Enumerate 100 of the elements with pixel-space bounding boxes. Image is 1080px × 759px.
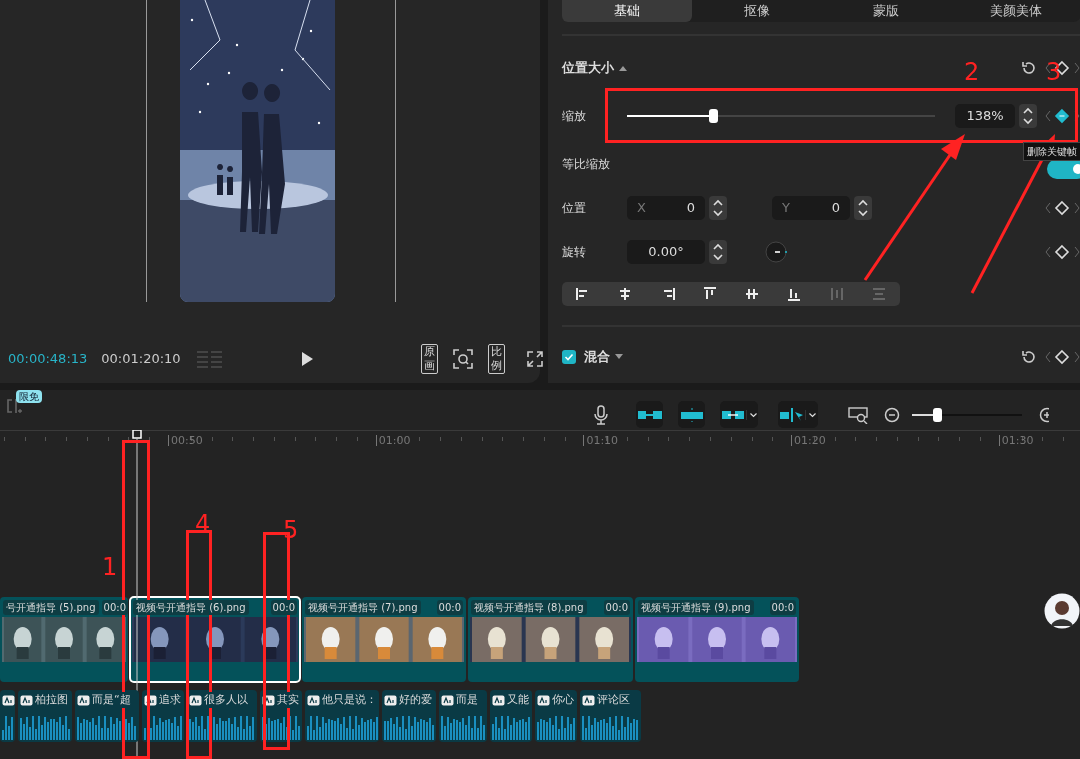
text-icon xyxy=(144,694,157,706)
reset-icon[interactable] xyxy=(1021,349,1037,365)
clip-text: 其实 xyxy=(277,691,299,709)
text-icon xyxy=(441,694,454,706)
center-vertical-icon[interactable] xyxy=(744,286,761,302)
cursor-icon[interactable] xyxy=(779,407,805,422)
video-clip[interactable]: 视频号开通指导 (9).png 00:0 xyxy=(635,597,799,682)
zoom-slider-thumb[interactable] xyxy=(933,407,943,422)
section-title: 混合 xyxy=(584,347,610,366)
section-title: 位置大小 xyxy=(562,58,614,77)
dropdown-icon[interactable] xyxy=(805,409,817,420)
snap-button[interactable] xyxy=(678,401,705,428)
text-icon xyxy=(384,694,397,706)
number-field[interactable]: X 0 xyxy=(627,196,705,220)
fullscreen-icon[interactable] xyxy=(526,351,543,367)
keyframe-icon[interactable] xyxy=(1045,349,1080,365)
clip-duration: 00:0 xyxy=(101,599,128,615)
text-icon xyxy=(537,694,550,706)
current-time: 00:00:48:13 xyxy=(8,350,88,369)
clip-name: 视频号开通指导 (6).png xyxy=(133,599,249,615)
linkage-button[interactable] xyxy=(720,401,758,428)
tab[interactable]: 美颜美体 xyxy=(951,0,1080,22)
text-clip[interactable]: 而是“超 xyxy=(75,690,139,742)
original-quality-button[interactable]: 原画 xyxy=(420,344,438,374)
text-icon xyxy=(307,694,320,706)
toggle-switch[interactable] xyxy=(1047,159,1080,179)
dropdown-icon[interactable] xyxy=(746,409,758,420)
text-icon xyxy=(2,694,15,706)
spinner-button[interactable] xyxy=(1019,104,1037,128)
text-clip[interactable]: 他只是说： xyxy=(305,690,379,742)
text-clip[interactable]: 很多人以 xyxy=(187,690,257,742)
field-label: 旋转 xyxy=(562,244,587,261)
clip-duration: 00:0 xyxy=(436,599,463,615)
number-field[interactable]: 0.00° xyxy=(627,240,705,264)
ruler-label: 00:50 xyxy=(168,435,203,446)
text-icon xyxy=(492,694,505,706)
total-time: 00:01:20:10 xyxy=(101,350,181,369)
value-field[interactable]: 138% xyxy=(955,104,1015,128)
focus-icon[interactable] xyxy=(452,349,473,369)
text-icon xyxy=(189,694,202,706)
ruler-label: 01:20 xyxy=(791,435,826,446)
aspect-ratio-button[interactable]: 比例 xyxy=(487,344,505,374)
video-clip[interactable]: 视频号开通指导 (6).png 00:0 xyxy=(130,597,300,682)
number-field[interactable]: Y 0 xyxy=(772,196,850,220)
keyframe-icon[interactable] xyxy=(1045,200,1080,216)
video-clip[interactable]: 号开通指导 (5).png 00:0 xyxy=(0,597,128,682)
clip-duration: 00:0 xyxy=(270,599,297,615)
microphone-icon[interactable] xyxy=(593,404,609,425)
tab[interactable]: 蒙版 xyxy=(821,0,952,22)
field-label: 位置 xyxy=(562,200,587,217)
tab[interactable]: 基础 xyxy=(562,0,692,22)
text-icon xyxy=(582,694,595,706)
spinner-button[interactable] xyxy=(854,196,872,220)
clip-duration: 00:0 xyxy=(603,599,630,615)
annotation-number: 2 xyxy=(964,60,980,84)
clip-text: 而是“超 xyxy=(92,691,131,709)
tab[interactable]: 抠像 xyxy=(691,0,822,22)
keyframe-icon[interactable] xyxy=(1045,244,1080,260)
align-top-icon[interactable] xyxy=(701,286,718,302)
clip-duration: 00:0 xyxy=(769,599,796,615)
rotation-dial[interactable] xyxy=(765,241,787,263)
avatar[interactable] xyxy=(1044,593,1080,629)
text-clip[interactable]: 评论区 xyxy=(580,690,641,742)
play-icon[interactable] xyxy=(299,351,314,367)
spinner-button[interactable] xyxy=(709,196,727,220)
checkbox[interactable] xyxy=(562,350,576,364)
caret-icon[interactable] xyxy=(618,64,628,72)
slider-thumb[interactable] xyxy=(709,109,719,123)
text-clip[interactable]: 其实 xyxy=(260,690,302,742)
keyframe-icon[interactable] xyxy=(1045,108,1080,124)
annotation-number: 1 xyxy=(102,555,118,579)
clip-name: 视频号开通指导 (7).png xyxy=(305,599,421,615)
text-icon xyxy=(262,694,275,706)
text-clip[interactable]: 柏拉图 xyxy=(18,690,72,742)
field-label: 等比缩放 xyxy=(562,156,611,173)
text-clip[interactable]: 而是 xyxy=(439,690,487,742)
caret-icon[interactable] xyxy=(614,353,624,361)
annotation-number: 4 xyxy=(195,512,211,536)
text-clip[interactable]: 又能 xyxy=(490,690,532,742)
spinner-button[interactable] xyxy=(709,240,727,264)
preview-axis-button[interactable] xyxy=(778,401,818,428)
reset-icon[interactable] xyxy=(1021,60,1037,76)
field-label: 缩放 xyxy=(562,108,587,125)
zoom-in-icon[interactable] xyxy=(1039,406,1049,423)
link-clips-button[interactable] xyxy=(636,401,663,428)
video-clip[interactable]: 视频号开通指导 (8).png 00:0 xyxy=(468,597,633,682)
text-clip[interactable] xyxy=(0,690,15,742)
align-bottom-icon[interactable] xyxy=(786,286,803,302)
zoom-out-icon[interactable] xyxy=(884,406,900,423)
clip-text: 很多人以 xyxy=(204,691,248,709)
video-clip[interactable]: 视频号开通指导 (7).png 00:0 xyxy=(302,597,466,682)
ruler-zoom-icon[interactable] xyxy=(848,405,868,424)
text-clip[interactable]: 好的爱 xyxy=(382,690,436,742)
clip-name: 视频号开通指导 (8).png xyxy=(471,599,587,615)
free-badge: 限免 xyxy=(16,390,42,403)
text-clip[interactable]: 追求 xyxy=(142,690,184,742)
ruler-label: 01:10 xyxy=(583,435,619,446)
text-icon xyxy=(20,694,33,706)
annotation-number: 3 xyxy=(1046,60,1062,84)
text-clip[interactable]: 你心 xyxy=(535,690,577,742)
